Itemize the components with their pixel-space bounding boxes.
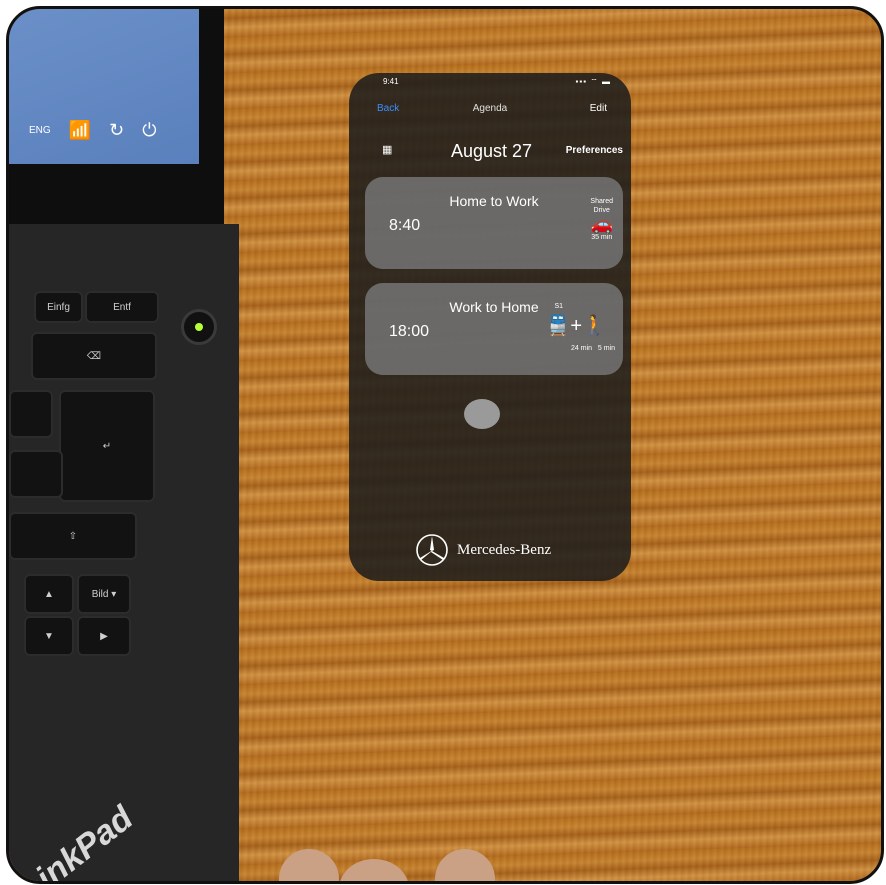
accessibility-icon[interactable]: ↻ [109, 121, 124, 139]
mercedes-star-icon [416, 534, 448, 566]
brand-footer: Mercedes-Benz [415, 533, 551, 567]
add-button[interactable] [464, 399, 500, 429]
key-entf[interactable]: Entf [85, 291, 159, 323]
grid-menu-icon[interactable]: ▦ [382, 143, 392, 156]
transit-durations: 24 min 5 min [571, 345, 615, 352]
key-arrow-down[interactable]: ▼ [24, 616, 74, 656]
navigation-bar: Back Agenda Edit [349, 99, 631, 119]
brand-name: Mercedes-Benz [457, 541, 552, 558]
key-enter[interactable]: ↵ [59, 390, 155, 502]
car-icon: 🚗 [590, 214, 613, 234]
transit-line-label: S1 [554, 303, 563, 310]
key-einfg[interactable]: Einfg [34, 291, 83, 323]
preferences-button[interactable]: Preferences [566, 145, 623, 156]
power-led [181, 309, 217, 345]
page-title: Agenda [472, 103, 508, 114]
signal-wifi-battery-icons: ▪▪▪ ⌔ ▬ [575, 77, 611, 86]
screenshot-frame: ENG 📶 ↻ ⏻ Einfg Entf ⌫ ↵ ⇧ ▲ Bild ▾ ▼ ▶ … [6, 6, 884, 884]
key-misc-2[interactable] [9, 450, 63, 498]
transit-duration: 24 min [571, 345, 593, 352]
key-misc-1[interactable] [9, 390, 53, 438]
power-icon[interactable]: ⏻ [142, 121, 156, 139]
trip-card-work-to-home[interactable]: Work to Home 18:00 S1 🚆+🚶 24 min 5 min [365, 283, 623, 375]
key-bild[interactable]: Bild ▾ [77, 574, 131, 614]
status-bar: 9:41 ▪▪▪ ⌔ ▬ [349, 73, 631, 91]
system-tray: ENG 📶 ↻ ⏻ [29, 121, 156, 139]
key-shift[interactable]: ⇧ [9, 512, 137, 560]
date-row: ▦ August 27 Preferences [349, 139, 631, 167]
key-arrow-right[interactable]: ▶ [77, 616, 131, 656]
language-indicator[interactable]: ENG [29, 125, 51, 136]
key-backspace[interactable]: ⌫ [31, 332, 157, 380]
date-label: August 27 [451, 141, 533, 161]
laptop-screen: ENG 📶 ↻ ⏻ [9, 9, 224, 224]
key-arrow-up[interactable]: ▲ [24, 574, 74, 614]
trip-card-home-to-work[interactable]: Home to Work 8:40 Shared Drive 🚗 35 min [365, 177, 623, 269]
projected-phone-app: 9:41 ▪▪▪ ⌔ ▬ Back Agenda Edit ▦ August 2… [349, 73, 631, 581]
mode-label: Shared Drive [590, 198, 613, 214]
trip-title: Home to Work [449, 193, 539, 209]
laptop-display: ENG 📶 ↻ ⏻ [9, 9, 199, 164]
edit-button[interactable]: Edit [590, 103, 607, 114]
status-time: 9:41 [383, 77, 399, 86]
train-walk-icon: 🚆+🚶 [545, 315, 607, 337]
trip-time: 18:00 [389, 323, 430, 340]
trip-time: 8:40 [389, 217, 421, 234]
trip-mode: Shared Drive 🚗 35 min [590, 197, 613, 242]
trip-duration: 35 min [591, 234, 613, 241]
wifi-icon[interactable]: 📶 [69, 121, 91, 139]
walk-duration: 5 min [597, 345, 615, 352]
